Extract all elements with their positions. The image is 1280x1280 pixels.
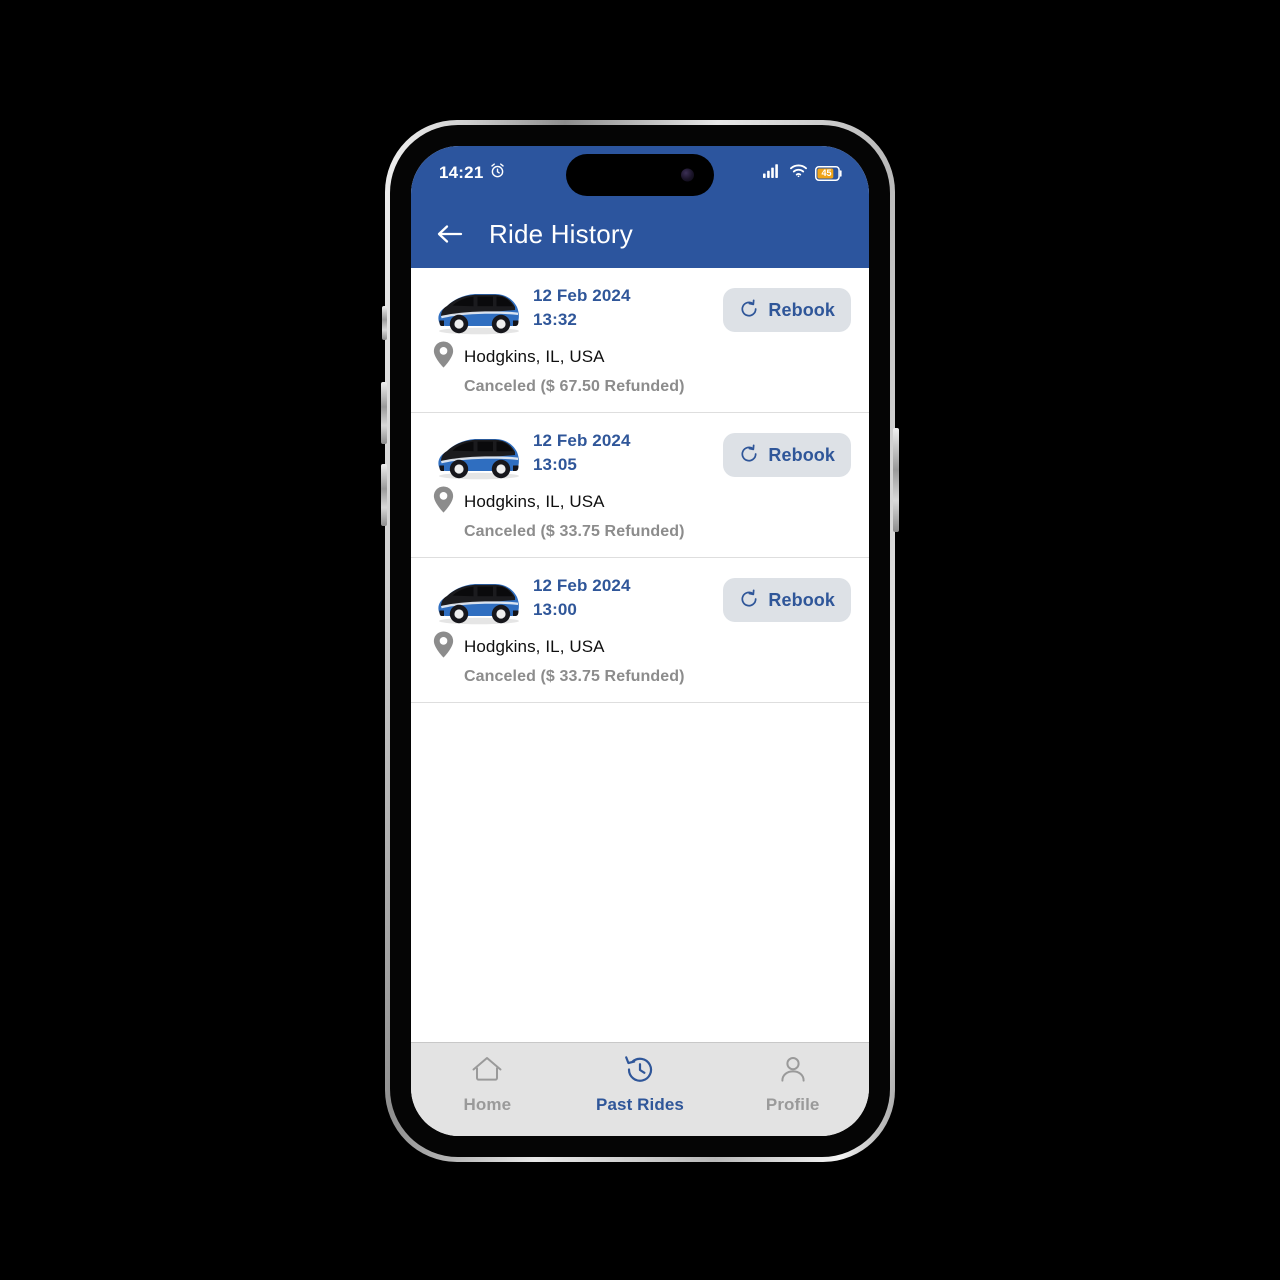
ride-datetime: 12 Feb 2024 13:00 — [525, 572, 723, 622]
ride-history-item[interactable]: 12 Feb 2024 13:05 Rebook Hodgkins, IL, U… — [411, 413, 869, 558]
page-title: Ride History — [489, 218, 633, 249]
front-camera-icon — [681, 168, 694, 182]
back-arrow-icon[interactable] — [433, 217, 467, 251]
rebook-button-label: Rebook — [768, 589, 835, 610]
ride-status: Canceled ($ 67.50 Refunded) — [464, 378, 685, 395]
rotate-left-icon — [739, 443, 759, 467]
status-bar-left: 14:21 — [439, 162, 506, 184]
ride-history-list: 12 Feb 2024 13:32 Rebook Hodgkins, IL, U… — [411, 268, 869, 1042]
silent-switch-button[interactable] — [382, 306, 387, 340]
nav-label-past-rides: Past Rides — [596, 1095, 684, 1114]
location-pin-icon — [431, 340, 456, 374]
rebook-button[interactable]: Rebook — [723, 433, 851, 477]
ride-item-top-row: 12 Feb 2024 13:32 Rebook — [429, 282, 851, 338]
ride-item-top-row: 12 Feb 2024 13:05 Rebook — [429, 427, 851, 483]
ride-datetime: 12 Feb 2024 13:05 — [525, 427, 723, 477]
nav-item-profile[interactable]: Profile — [716, 1055, 869, 1115]
location-pin-icon — [431, 630, 456, 664]
ride-history-icon — [623, 1055, 657, 1090]
rotate-left-icon — [739, 588, 759, 612]
bottom-navigation-bar: Home Past Rides Profile — [411, 1042, 869, 1136]
ride-status: Canceled ($ 33.75 Refunded) — [464, 668, 685, 685]
rebook-button-label: Rebook — [768, 299, 835, 320]
phone-device-frame: 14:21 45 Ride History 12 Feb 2024 13:32 … — [381, 120, 899, 1162]
volume-down-button[interactable] — [381, 464, 387, 526]
ride-time: 13:05 — [533, 455, 577, 475]
ride-item-top-row: 12 Feb 2024 13:00 Rebook — [429, 572, 851, 628]
ride-time: 13:00 — [533, 600, 577, 620]
alarm-clock-icon — [489, 162, 506, 184]
ride-date: 12 Feb 2024 — [533, 431, 631, 450]
rotate-left-icon — [739, 298, 759, 322]
rebook-button[interactable]: Rebook — [723, 578, 851, 622]
car-icon — [429, 576, 525, 628]
nav-label-home: Home — [463, 1095, 512, 1114]
rebook-button-label: Rebook — [768, 444, 835, 465]
ride-location: Hodgkins, IL, USA — [464, 637, 605, 656]
ride-location: Hodgkins, IL, USA — [464, 347, 605, 366]
location-pin-icon — [431, 485, 456, 519]
person-icon — [776, 1055, 810, 1090]
screenshot-canvas: 14:21 45 Ride History 12 Feb 2024 13:32 … — [0, 0, 1280, 1280]
volume-up-button[interactable] — [381, 382, 387, 444]
ride-history-item[interactable]: 12 Feb 2024 13:00 Rebook Hodgkins, IL, U… — [411, 558, 869, 703]
ride-status: Canceled ($ 33.75 Refunded) — [464, 523, 685, 540]
app-bar: Ride History — [411, 200, 869, 268]
car-icon — [429, 286, 525, 338]
rebook-button[interactable]: Rebook — [723, 288, 851, 332]
home-icon — [470, 1055, 504, 1090]
battery-level-label: 45 — [821, 168, 832, 178]
wifi-icon — [789, 163, 808, 183]
status-bar-right: 45 — [763, 163, 843, 183]
nav-item-past-rides[interactable]: Past Rides — [564, 1055, 717, 1115]
ride-history-item[interactable]: 12 Feb 2024 13:32 Rebook Hodgkins, IL, U… — [411, 268, 869, 413]
ride-location-row: Hodgkins, IL, USA — [429, 485, 851, 519]
ride-date: 12 Feb 2024 — [533, 286, 631, 305]
phone-screen: 14:21 45 Ride History 12 Feb 2024 13:32 … — [411, 146, 869, 1136]
status-bar-time: 14:21 — [439, 163, 484, 182]
cellular-signal-icon — [763, 163, 782, 183]
ride-datetime: 12 Feb 2024 13:32 — [525, 282, 723, 332]
status-bar: 14:21 45 — [411, 146, 869, 200]
ride-location-row: Hodgkins, IL, USA — [429, 340, 851, 374]
car-icon — [429, 431, 525, 483]
power-button[interactable] — [893, 428, 899, 532]
ride-location: Hodgkins, IL, USA — [464, 492, 605, 511]
nav-item-home[interactable]: Home — [411, 1055, 564, 1115]
dynamic-island — [566, 154, 714, 196]
ride-location-row: Hodgkins, IL, USA — [429, 630, 851, 664]
ride-time: 13:32 — [533, 310, 577, 330]
nav-label-profile: Profile — [765, 1095, 820, 1114]
ride-date: 12 Feb 2024 — [533, 576, 631, 595]
battery-icon: 45 — [815, 165, 843, 181]
